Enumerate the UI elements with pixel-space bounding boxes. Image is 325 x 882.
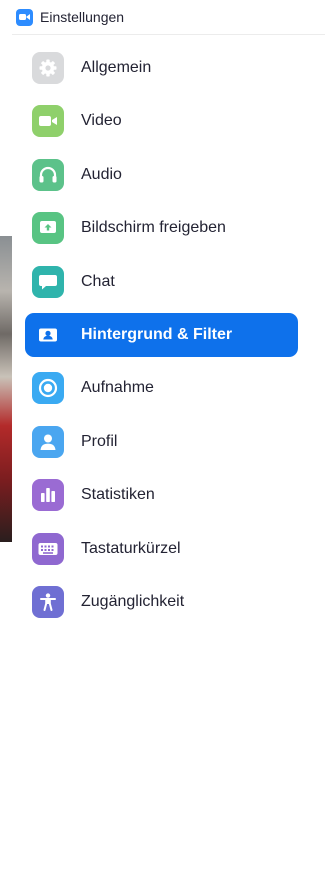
accessibility-icon xyxy=(32,585,64,618)
chat-bubble-icon xyxy=(32,265,64,298)
settings-menu: Allgemein Video Audio Bildschirm freigeb… xyxy=(25,46,298,633)
menu-item-label: Chat xyxy=(81,272,115,290)
share-screen-icon xyxy=(32,212,64,245)
menu-item-label: Bildschirm freigeben xyxy=(81,219,226,237)
menu-item-zugaenglichkeit[interactable]: Zugänglichkeit xyxy=(25,580,298,624)
profile-icon xyxy=(32,425,64,458)
menu-item-label: Video xyxy=(81,112,122,130)
zoom-camera-icon xyxy=(16,8,33,26)
menu-item-audio[interactable]: Audio xyxy=(25,153,298,197)
menu-item-label: Audio xyxy=(81,165,122,183)
video-camera-icon xyxy=(32,105,64,138)
headphones-icon xyxy=(32,158,64,191)
menu-item-profil[interactable]: Profil xyxy=(25,420,298,464)
menu-item-label: Tastaturkürzel xyxy=(81,539,181,557)
menu-item-hintergrund-filter[interactable]: Hintergrund & Filter xyxy=(25,312,298,357)
menu-item-video[interactable]: Video xyxy=(25,99,298,143)
menu-item-allgemein[interactable]: Allgemein xyxy=(25,46,298,90)
menu-item-bildschirm-freigeben[interactable]: Bildschirm freigeben xyxy=(25,206,298,250)
menu-item-label: Hintergrund & Filter xyxy=(81,325,233,343)
menu-item-label: Allgemein xyxy=(81,59,152,76)
gear-icon xyxy=(32,52,64,84)
menu-item-label: Statistiken xyxy=(81,486,155,504)
keyboard-icon xyxy=(32,532,64,565)
menu-item-tastaturkuerzel[interactable]: Tastaturkürzel xyxy=(25,527,298,571)
person-card-icon xyxy=(32,319,64,351)
title-bar: Einstellungen xyxy=(12,0,325,35)
menu-item-aufnahme[interactable]: Aufnahme xyxy=(25,366,298,410)
menu-item-label: Aufnahme xyxy=(81,379,154,397)
menu-item-label: Zugänglichkeit xyxy=(81,592,185,610)
menu-item-label: Profil xyxy=(81,432,118,450)
background-photo-edge xyxy=(0,236,12,542)
record-icon xyxy=(32,372,64,405)
window-title: Einstellungen xyxy=(40,9,125,25)
menu-item-statistiken[interactable]: Statistiken xyxy=(25,473,298,517)
bar-chart-icon xyxy=(32,479,64,512)
menu-item-chat[interactable]: Chat xyxy=(25,260,298,304)
